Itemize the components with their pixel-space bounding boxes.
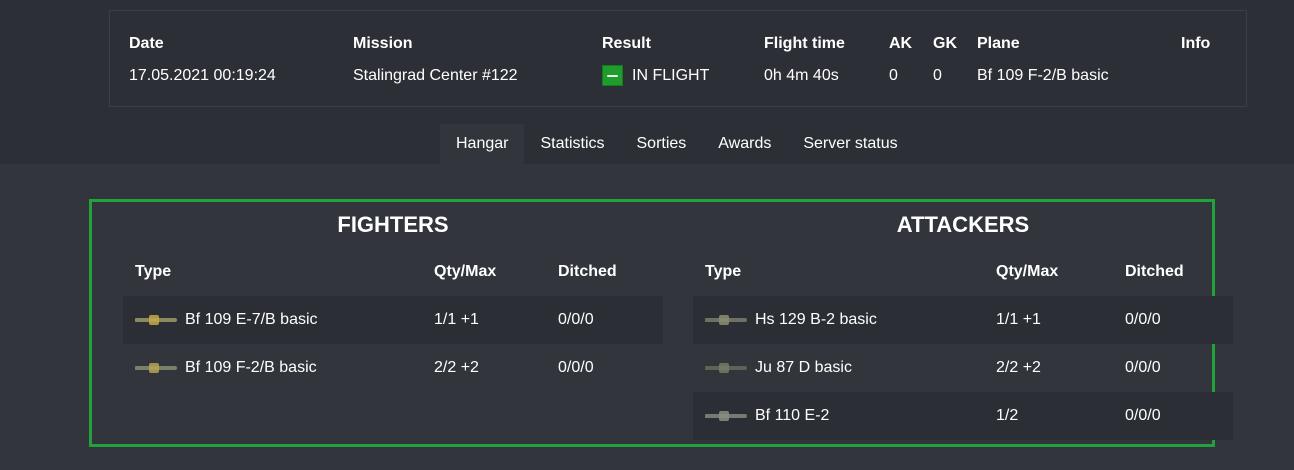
- fighters-row: Bf 109 F-2/B basic 2/2 +2 0/0/0: [123, 344, 663, 392]
- bf110-plane-icon: [705, 411, 747, 421]
- ak-header: AK: [889, 35, 913, 52]
- attackers-title: ATTACKERS: [896, 212, 1030, 237]
- sortie-flight-time: 0h 4m 40s: [764, 67, 839, 84]
- tab-hangar[interactable]: Hangar: [440, 124, 525, 164]
- sortie-plane[interactable]: Bf 109 F-2/B basic: [977, 67, 1109, 85]
- attackers-row: Bf 110 E-2 1/2 0/0/0: [693, 392, 1233, 440]
- attackers-row: Ju 87 D basic 2/2 +2 0/0/0: [693, 344, 1233, 392]
- tab-server-status[interactable]: Server status: [787, 124, 913, 164]
- plane-ditched: 0/0/0: [1125, 359, 1161, 376]
- attackers-type-header: Type: [705, 263, 742, 280]
- flight-time-header: Flight time: [764, 35, 845, 52]
- profile-tabs: Hangar Statistics Sorties Awards Server …: [440, 124, 914, 164]
- date-header: Date: [129, 35, 164, 52]
- hs129-plane-icon: [705, 315, 747, 325]
- current-sortie-panel: Date Mission Result Flight time AK GK Pl…: [109, 10, 1247, 107]
- tab-awards[interactable]: Awards: [702, 124, 787, 164]
- fighters-qty-header: Qty/Max: [434, 263, 497, 280]
- plane-ditched: 0/0/0: [558, 359, 594, 376]
- plane-ditched: 0/0/0: [558, 311, 594, 328]
- bf109-plane-icon: [135, 315, 177, 325]
- plane-type[interactable]: Bf 110 E-2: [755, 407, 829, 425]
- in-flight-status-icon: [602, 65, 623, 86]
- sortie-result: IN FLIGHT: [632, 67, 710, 84]
- attackers-row: Hs 129 B-2 basic 1/1 +1 0/0/0: [693, 296, 1233, 344]
- plane-qty: 1/2: [996, 407, 1019, 424]
- fighters-ditched-header: Ditched: [558, 263, 617, 280]
- fighters-title: FIGHTERS: [337, 212, 449, 237]
- attackers-ditched-header: Ditched: [1125, 263, 1184, 280]
- plane-ditched: 0/0/0: [1125, 407, 1161, 424]
- ju87-plane-icon: [705, 363, 747, 373]
- sortie-date: 17.05.2021 00:19:24: [129, 67, 276, 84]
- sortie-gk: 0: [933, 67, 942, 84]
- tab-sorties[interactable]: Sorties: [621, 124, 703, 164]
- plane-qty: 1/1 +1: [996, 311, 1041, 328]
- sortie-mission: Stalingrad Center #122: [353, 67, 518, 84]
- fighters-type-header: Type: [135, 263, 172, 280]
- plane-type[interactable]: Hs 129 B-2 basic: [755, 311, 877, 329]
- bf109-plane-icon: [135, 363, 177, 373]
- info-header: Info: [1181, 35, 1211, 52]
- plane-qty: 2/2 +2: [996, 359, 1041, 376]
- plane-ditched: 0/0/0: [1125, 311, 1161, 328]
- plane-type[interactable]: Bf 109 E-7/B basic: [185, 311, 318, 329]
- plane-header: Plane: [977, 35, 1020, 52]
- plane-type[interactable]: Bf 109 F-2/B basic: [185, 359, 317, 377]
- mission-header: Mission: [353, 35, 413, 52]
- plane-type[interactable]: Ju 87 D basic: [755, 359, 852, 377]
- gk-header: GK: [933, 35, 957, 52]
- sortie-ak: 0: [889, 67, 898, 84]
- plane-qty: 2/2 +2: [434, 359, 479, 376]
- plane-qty: 1/1 +1: [434, 311, 479, 328]
- tab-statistics[interactable]: Statistics: [524, 124, 620, 164]
- result-header: Result: [602, 35, 651, 52]
- attackers-qty-header: Qty/Max: [996, 263, 1059, 280]
- fighters-row: Bf 109 E-7/B basic 1/1 +1 0/0/0: [123, 296, 663, 344]
